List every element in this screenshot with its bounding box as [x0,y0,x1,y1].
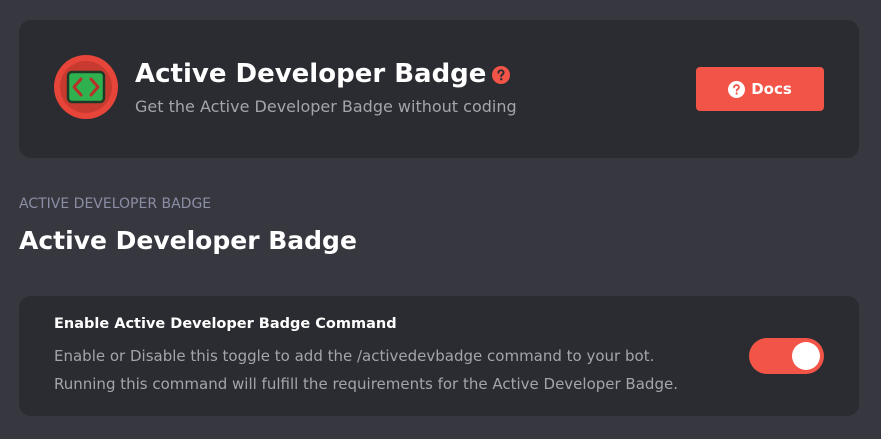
page: Active Developer Badge Get the Active De… [0,0,881,439]
module-title: Active Developer Badge [135,56,511,92]
module-title-text: Active Developer Badge [135,59,487,89]
setting-description: Enable or Disable this toggle to add the… [54,342,678,398]
section-title: Active Developer Badge [19,226,357,255]
question-circle-icon[interactable] [492,66,511,84]
docs-button-label: Docs [751,80,792,98]
docs-button[interactable]: Docs [696,67,824,111]
module-subtitle: Get the Active Developer Badge without c… [135,97,517,116]
section-overline: ACTIVE DEVELOPER BADGE [19,196,212,212]
code-badge-icon [54,55,118,119]
setting-title: Enable Active Developer Badge Command [54,316,397,332]
enable-command-toggle[interactable] [749,338,824,374]
setting-description-line-2: Running this command will fulfill the re… [54,375,678,393]
toggle-knob [792,342,820,370]
setting-description-line-1: Enable or Disable this toggle to add the… [54,347,655,365]
question-circle-icon [728,80,746,98]
module-header-card: Active Developer Badge Get the Active De… [19,20,859,158]
setting-card: Enable Active Developer Badge Command En… [19,296,859,416]
